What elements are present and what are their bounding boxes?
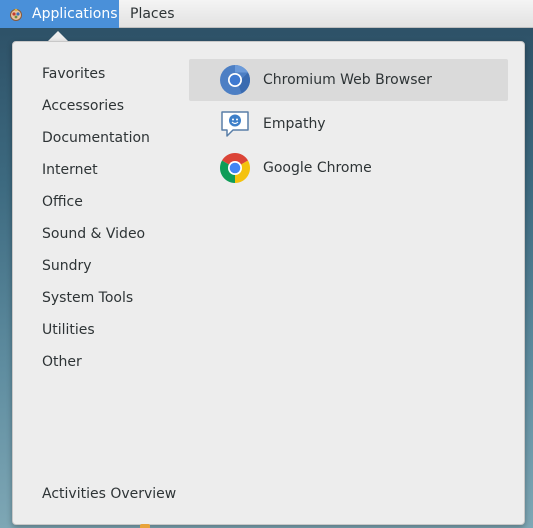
applications-menu-button[interactable]: Applications: [0, 0, 119, 28]
category-favorites[interactable]: Favorites: [42, 65, 105, 83]
app-label-chromium: Chromium Web Browser: [263, 72, 432, 88]
category-sundry[interactable]: Sundry: [42, 257, 92, 275]
category-other[interactable]: Other: [42, 353, 82, 371]
app-item-google-chrome[interactable]: Google Chrome: [189, 147, 508, 189]
empathy-icon: [221, 111, 249, 137]
category-accessories[interactable]: Accessories: [42, 97, 124, 115]
applications-menu-label: Applications: [32, 6, 118, 22]
chromium-icon: [220, 65, 250, 95]
gnome-foot-icon: [10, 8, 22, 21]
places-menu-button[interactable]: Places: [119, 0, 185, 28]
top-panel: Applications Places: [0, 0, 533, 28]
google-chrome-icon: [219, 152, 251, 183]
category-utilities[interactable]: Utilities: [42, 321, 95, 339]
category-sound-video[interactable]: Sound & Video: [42, 225, 145, 243]
category-office[interactable]: Office: [42, 193, 83, 211]
category-system-tools[interactable]: System Tools: [42, 289, 133, 307]
app-label-google-chrome: Google Chrome: [263, 160, 372, 176]
category-internet[interactable]: Internet: [42, 161, 98, 179]
app-label-empathy: Empathy: [263, 116, 326, 132]
dock-peek: [140, 524, 150, 528]
category-documentation[interactable]: Documentation: [42, 129, 150, 147]
activities-overview-item[interactable]: Activities Overview: [42, 485, 176, 503]
app-item-chromium[interactable]: Chromium Web Browser: [189, 59, 508, 101]
places-menu-label: Places: [130, 6, 175, 22]
app-item-empathy[interactable]: Empathy: [189, 103, 508, 145]
